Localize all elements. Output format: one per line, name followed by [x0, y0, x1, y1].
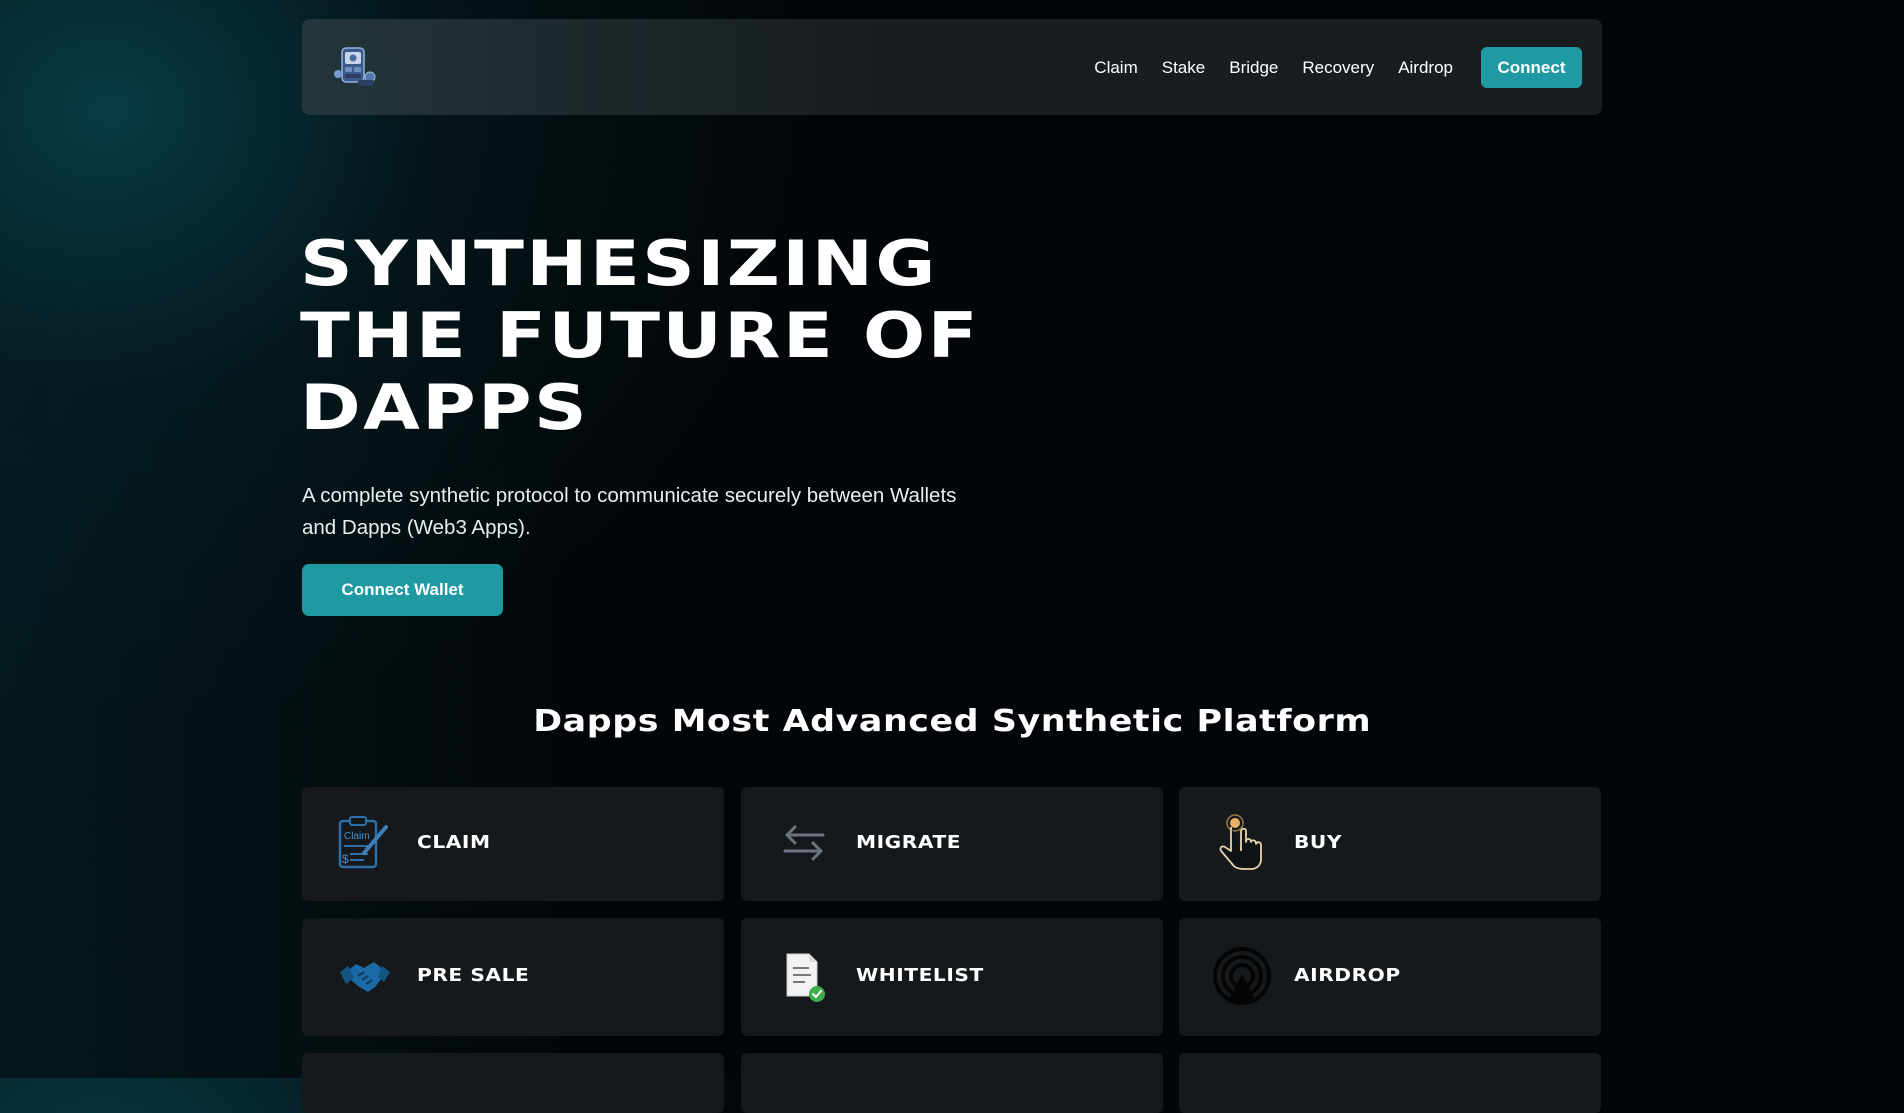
nav-link-stake[interactable]: Stake: [1162, 58, 1205, 78]
nav-link-airdrop[interactable]: Airdrop: [1398, 58, 1453, 78]
card-label: BUY: [1294, 832, 1343, 853]
card-label: MIGRATE: [856, 832, 962, 853]
nav-link-recovery[interactable]: Recovery: [1302, 58, 1374, 78]
hero-subtitle: A complete synthetic protocol to communi…: [302, 480, 1002, 544]
hero-title-line-2: THE FUTURE OF: [300, 299, 980, 372]
hero-title: SYNTHESIZING THE FUTURE OF DAPPS: [300, 228, 1008, 444]
connect-wallet-button[interactable]: Connect Wallet: [302, 564, 503, 616]
connect-button[interactable]: Connect: [1481, 47, 1582, 88]
top-navbar: Claim Stake Bridge Recovery Airdrop Conn…: [302, 19, 1602, 115]
airdrop-signal-icon: [1211, 946, 1273, 1008]
card-label: WHITELIST: [856, 965, 984, 986]
card-row3-2[interactable]: [741, 1053, 1163, 1113]
hero-title-line-1: SYNTHESIZING: [300, 227, 938, 300]
card-row3-1[interactable]: [302, 1053, 724, 1113]
card-buy[interactable]: BUY: [1179, 787, 1601, 901]
card-whitelist[interactable]: WHITELIST: [741, 918, 1163, 1036]
handshake-icon: [334, 946, 396, 1008]
tap-hand-icon: [1211, 813, 1273, 875]
section-title-text: Dapps Most Advanced Synthetic Platform: [533, 704, 1371, 739]
card-row3-3[interactable]: [1179, 1053, 1601, 1113]
whitelist-document-icon: [773, 946, 835, 1008]
nav-link-claim[interactable]: Claim: [1094, 58, 1137, 78]
hero-title-line-3: DAPPS: [300, 371, 590, 444]
nav-link-bridge[interactable]: Bridge: [1229, 58, 1278, 78]
card-label: CLAIM: [417, 832, 491, 853]
svg-text:Claim: Claim: [344, 831, 370, 842]
logo-icon[interactable]: [330, 44, 380, 90]
card-claim[interactable]: Claim $ CLAIM: [302, 787, 724, 901]
card-migrate[interactable]: MIGRATE: [741, 787, 1163, 901]
hero-subtitle-line-1: A complete synthetic protocol to communi…: [302, 484, 957, 507]
card-pre-sale[interactable]: PRE SALE: [302, 918, 724, 1036]
section-title: Dapps Most Advanced Synthetic Platform: [0, 704, 1904, 739]
card-airdrop[interactable]: AIRDROP: [1179, 918, 1601, 1036]
hero-subtitle-line-2: and Dapps (Web3 Apps).: [302, 516, 531, 539]
nav-links: Claim Stake Bridge Recovery Airdrop Conn…: [1094, 47, 1582, 88]
migrate-arrows-icon: [773, 813, 835, 875]
card-label: AIRDROP: [1294, 965, 1401, 986]
svg-text:$: $: [342, 852, 349, 866]
claim-clipboard-icon: Claim $: [334, 813, 396, 875]
card-label: PRE SALE: [417, 965, 530, 986]
